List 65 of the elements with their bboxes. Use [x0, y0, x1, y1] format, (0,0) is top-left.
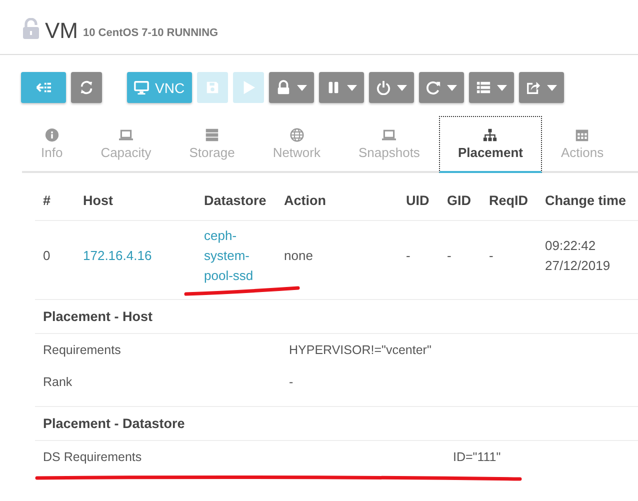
- caret-icon: [496, 84, 507, 90]
- unlocked-padlock-icon: [22, 18, 42, 40]
- column-header: UID: [405, 193, 430, 208]
- table-cell-text: -: [488, 247, 494, 265]
- caret-icon: [346, 84, 357, 90]
- monitor-icon: [134, 80, 149, 95]
- share-icon: [526, 80, 541, 95]
- info-icon: [44, 128, 59, 142]
- refresh-icon: [79, 80, 94, 95]
- dropdown-button[interactable]: [518, 72, 564, 103]
- laptop-icon: [382, 128, 396, 142]
- tab[interactable]: Capacity: [82, 116, 170, 171]
- property-label: DS Requirements: [43, 450, 143, 464]
- caret-icon: [296, 84, 307, 90]
- caret-icon: [396, 84, 407, 90]
- dropdown-button[interactable]: [268, 72, 314, 103]
- table-cell-text: 09:22:42 27/12/2019: [544, 237, 612, 275]
- laptop-icon: [118, 128, 133, 142]
- sitemap-icon: [483, 128, 498, 142]
- column-header: #: [42, 193, 52, 208]
- caret-icon: [446, 84, 457, 90]
- property-value: ID="111": [453, 450, 502, 464]
- tab[interactable]: Network: [254, 116, 340, 171]
- vnc-button[interactable]: VNC: [127, 72, 192, 103]
- property-value: -: [289, 375, 294, 389]
- tab[interactable]: Storage: [170, 116, 254, 171]
- property-label: Rank: [43, 375, 74, 389]
- column-header: ReqID: [488, 193, 530, 208]
- tab[interactable]: Snapshots: [340, 116, 439, 171]
- column-header: Action: [283, 193, 327, 208]
- power-icon: [376, 80, 391, 95]
- column-header: Datastore: [203, 193, 268, 208]
- column-header: Change time: [544, 193, 628, 208]
- toolbar-button[interactable]: [21, 72, 66, 103]
- column-header: GID: [446, 193, 472, 208]
- save-icon: [204, 80, 220, 95]
- tab[interactable]: Info: [22, 116, 82, 171]
- property-label: Requirements: [43, 343, 122, 357]
- dropdown-button[interactable]: [368, 72, 414, 103]
- section-title: Placement - Datastore: [35, 406, 638, 441]
- section-title: Placement - Host: [35, 299, 638, 334]
- tab[interactable]: Placement: [438, 116, 542, 173]
- column-header: Host: [82, 193, 114, 208]
- server-icon: [205, 128, 220, 142]
- tab[interactable]: Actions: [542, 116, 623, 171]
- table-link[interactable]: ceph-system-pool-ssd: [196, 226, 276, 286]
- caret-icon: [546, 84, 557, 90]
- table-cell-text: none: [283, 247, 314, 265]
- property-value: HYPERVISOR!="vcenter": [289, 343, 432, 357]
- dropdown-button[interactable]: [418, 72, 464, 103]
- redo-icon: [426, 80, 441, 95]
- calendar-icon: [575, 128, 590, 142]
- table-cell-text: -: [405, 247, 412, 265]
- dropdown-button[interactable]: [318, 72, 364, 103]
- table-cell-text: -: [446, 247, 452, 265]
- list-icon: [476, 80, 491, 95]
- vm-subtitle: 10 CentOS 7-10 RUNNING: [83, 27, 218, 39]
- vm-title: VM: [45, 18, 78, 44]
- table-link[interactable]: 172.16.4.16: [75, 246, 196, 266]
- toolbar-button[interactable]: [71, 72, 102, 103]
- lock-icon: [276, 80, 291, 95]
- back-list-icon: [36, 80, 51, 95]
- table-cell-text: 0: [42, 247, 52, 265]
- dropdown-button[interactable]: [468, 72, 514, 103]
- globe-icon: [290, 128, 304, 142]
